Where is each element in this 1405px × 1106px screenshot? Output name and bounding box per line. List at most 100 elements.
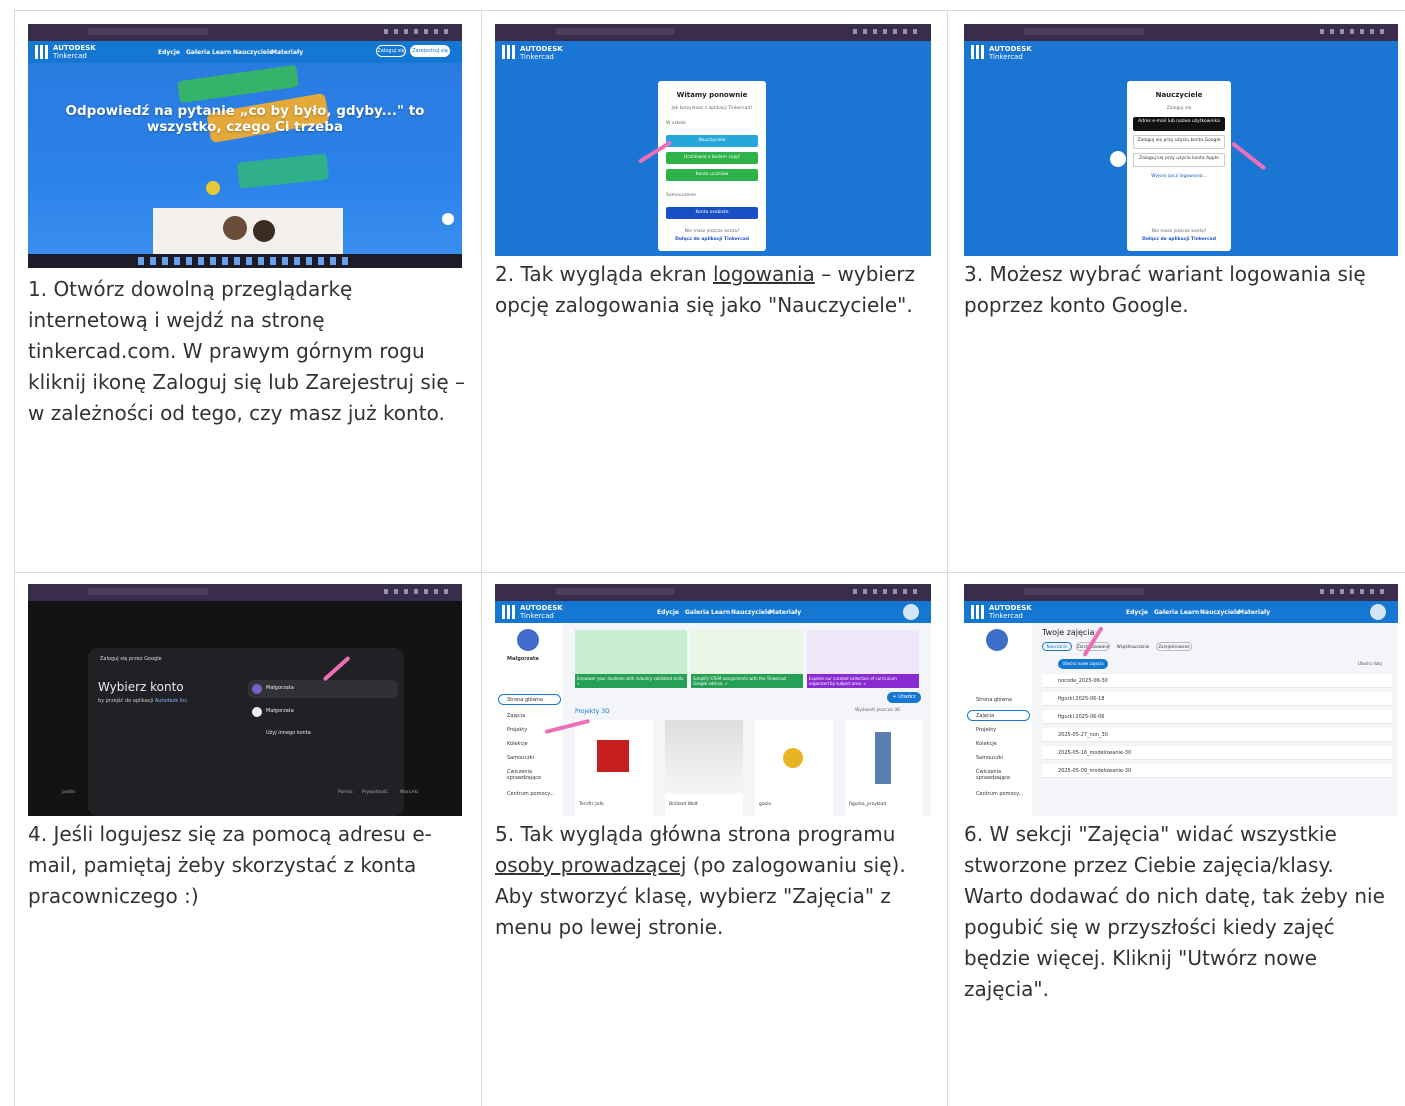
login-card: Nauczyciele Zaloguj się Adres e-mail lub…	[1127, 81, 1231, 251]
avatar	[517, 629, 539, 651]
sidebar-item-help[interactable]: Centrum pomocy...	[507, 791, 554, 797]
nav-item[interactable]: Nauczyciele	[233, 49, 273, 56]
filter-tab[interactable]: Nauczanie	[1042, 642, 1072, 651]
filter-tab[interactable]: Zarejestrowane	[1156, 642, 1192, 651]
see-all-link[interactable]: Wyświetl jeszcze 36	[855, 708, 900, 713]
sidebar-label: Zajęcia	[976, 713, 995, 719]
project-card[interactable]: Terrific Jofo	[575, 720, 653, 816]
sidebar-item-projects[interactable]: Projekty	[507, 727, 527, 733]
tutorial-grid: AUTODESK Tinkercad Edycje Galeria Learn N…	[14, 10, 1405, 1106]
sort-select[interactable]: Utwórz daty	[1358, 661, 1382, 666]
sidebar-item-collections[interactable]: Kolekcje	[976, 741, 997, 747]
table-row[interactable]: figurki 2025-06-06	[1042, 710, 1392, 724]
toy-plane-wing	[236, 153, 330, 189]
hero-title: Odpowiedź na pytanie „co by było, gdyby.…	[65, 103, 425, 135]
account-option[interactable]: Małgorzata	[248, 680, 398, 698]
step-caption: 5. Tak wygląda główna strona programu os…	[495, 822, 906, 939]
nav-item[interactable]: Edycje	[1126, 609, 1148, 616]
brand-label: AUTODESK	[520, 604, 563, 612]
product-label: Tinkercad	[989, 53, 1023, 61]
tinkercad-logo-icon	[35, 45, 49, 59]
footer-link[interactable]: Pomoc	[338, 790, 353, 795]
brand-label: AUTODESK	[989, 604, 1032, 612]
sidebar-item-projects[interactable]: Projekty	[976, 727, 996, 733]
table-row[interactable]: 2025-05-09_modelowanie-30	[1042, 764, 1392, 778]
table-row[interactable]: 2025-05-16_modelowanie-30	[1042, 746, 1392, 760]
sidebar-item-classes[interactable]: Zajęcia	[507, 713, 525, 719]
windows-taskbar	[28, 254, 462, 268]
personal-account-button[interactable]: Konta osobiste	[666, 207, 758, 219]
banner[interactable]: Simplify STEM assignments with the Tinke…	[691, 630, 803, 688]
filter-tab[interactable]: Współnauczanie	[1114, 642, 1152, 651]
table-row[interactable]: 2025-05-27_non_30	[1042, 728, 1392, 742]
back-icon[interactable]	[1110, 151, 1126, 167]
tinkercad-header: AUTODESK Tinkercad Edycje Galeria Learn N…	[28, 41, 462, 63]
project-card[interactable]: Brilliant Wolt	[665, 720, 743, 816]
google-account-panel: Zaloguj się przez Google Wybierz konto b…	[88, 648, 404, 816]
join-link[interactable]: Dołącz do aplikacji Tinkercad	[1127, 237, 1231, 242]
nav-item[interactable]: Nauczyciele	[1200, 609, 1240, 616]
grid-line	[14, 10, 1405, 11]
nav-item[interactable]: Galeria	[1154, 609, 1178, 616]
nav-item[interactable]: Edycje	[657, 609, 679, 616]
nav-item[interactable]: Nauczyciele	[731, 609, 771, 616]
use-other-account[interactable]: Użyj innego konta	[266, 730, 311, 736]
footer-link[interactable]: Prywatność	[362, 790, 388, 795]
account-option[interactable]: Małgorzata	[248, 703, 398, 721]
teachers-button[interactable]: Nauczyciele	[666, 135, 758, 147]
hero-banner: Odpowiedź na pytanie „co by było, gdyby.…	[28, 63, 462, 268]
page-title: Twoje zajęcia	[1042, 628, 1095, 637]
table-row[interactable]: nocode_2025-06-30	[1042, 674, 1392, 688]
banner[interactable]: Explore our curated collection of curric…	[807, 630, 919, 688]
sidebar-item-tutorials[interactable]: Samouczki	[507, 755, 534, 761]
join-link[interactable]: Dołącz do aplikacji Tinkercad	[658, 237, 766, 242]
avatar[interactable]	[1370, 604, 1386, 620]
sidebar-item-tutorials[interactable]: Samouczki	[976, 755, 1003, 761]
login-button[interactable]: Zaloguj się	[376, 45, 406, 57]
sidebar-item-exercises[interactable]: Ćwiczenia sprawdzające	[976, 769, 1026, 781]
nav-item[interactable]: Materiały	[769, 609, 801, 616]
avatar	[986, 629, 1008, 651]
students-code-button[interactable]: Uczniowie z kodem zajęć	[666, 152, 758, 164]
login-link[interactable]: logowania	[713, 262, 815, 286]
nav-item[interactable]: Galeria	[186, 49, 210, 56]
apple-login-button[interactable]: Zaloguj się przy użyciu konta Apple	[1133, 153, 1225, 167]
card-title: Witamy ponownie	[676, 91, 748, 99]
register-button[interactable]: Zarejestruj się	[410, 45, 450, 57]
project-card[interactable]: figurka_przyklad	[845, 720, 923, 816]
nav-item[interactable]: Learn	[212, 49, 231, 56]
brand-label: AUTODESK	[520, 45, 563, 53]
sidebar-item-help[interactable]: Centrum pomocy...	[976, 791, 1023, 797]
nav-item[interactable]: Materiały	[271, 49, 303, 56]
grid-line	[14, 10, 15, 1106]
sidebar-item-home[interactable]: Strona główna	[976, 697, 1012, 703]
pause-icon[interactable]	[442, 213, 454, 225]
nav-item[interactable]: Learn	[711, 609, 730, 616]
create-button[interactable]: + Utwórz	[887, 692, 921, 703]
language-select[interactable]: polski	[62, 790, 75, 795]
banner[interactable]: Empower your students with industry vali…	[575, 630, 687, 688]
email-login-button[interactable]: Adres e-mail lub nazwa użytkownika	[1133, 117, 1225, 131]
nav-item[interactable]: Materiały	[1238, 609, 1270, 616]
screenshot-login: AUTODESK Tinkercad Witamy ponownie Jak ko…	[495, 24, 931, 256]
screenshot-tinkercad-home: AUTODESK Tinkercad Edycje Galeria Learn N…	[28, 24, 462, 268]
tinkercad-logo-icon	[502, 45, 516, 59]
footer-link[interactable]: Warunki	[400, 790, 418, 795]
sidebar-item-exercises[interactable]: Ćwiczenia sprawdzające	[507, 769, 557, 781]
tinkercad-header: AUTODESK Tinkercad Edycje Galeria Learn N…	[495, 601, 931, 623]
nav-item[interactable]: Galeria	[685, 609, 709, 616]
nav-item[interactable]: Learn	[1180, 609, 1199, 616]
avatar[interactable]	[903, 604, 919, 620]
screenshot-google-account: Zaloguj się przez Google Wybierz konto b…	[28, 584, 462, 816]
nav-item[interactable]: Edycje	[158, 49, 180, 56]
sidebar: Małgorzata Strona główna Zajęcia Projekt…	[495, 623, 563, 816]
google-login-button[interactable]: Zaloguj się przy użyciu konta Google	[1133, 135, 1225, 149]
login-background: AUTODESK Tinkercad Nauczyciele Zaloguj si…	[964, 41, 1398, 256]
create-class-button[interactable]: Utwórz nowe zajęcia	[1058, 659, 1108, 669]
student-accounts-button[interactable]: Konta uczniów	[666, 169, 758, 181]
teacher-link[interactable]: osoby prowadzącej	[495, 853, 686, 877]
sidebar-item-collections[interactable]: Kolekcje	[507, 741, 528, 747]
more-options-link[interactable]: Więcej opcji logowania...	[1127, 174, 1231, 179]
table-row[interactable]: figurki 2025-06-18	[1042, 692, 1392, 706]
project-card[interactable]: gosia	[755, 720, 833, 816]
